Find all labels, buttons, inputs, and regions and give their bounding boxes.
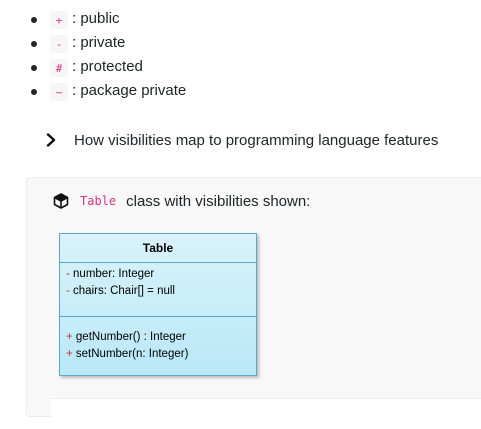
uml-attribute: - number: Integer [66,266,250,283]
visibility-symbol: ~ [50,83,68,101]
uml-operations-compartment: + getNumber() : Integer + setNumber(n: I… [60,317,256,363]
example-panel: Table class with visibilities shown: Tab… [26,177,481,429]
visibility-label: : protected [72,58,143,75]
visibility-label: : private [72,34,126,51]
uml-class-diagram: Table - number: Integer - chairs: Chair[… [59,233,257,376]
uml-class-title: Table [60,234,256,263]
class-name-code: Table [80,194,117,208]
panel-description: class with visibilities shown: [126,192,311,210]
bullet-icon [31,65,37,71]
uml-operation: + getNumber() : Integer [66,329,250,346]
chevron-right-icon [46,133,56,147]
visibility-label: : public [72,10,120,27]
attribute-text: chairs: Chair[] = null [69,285,175,297]
visibility-symbol: # [50,59,68,77]
uml-attribute: - chairs: Chair[] = null [66,283,250,300]
attribute-text: number: Integer [69,268,155,280]
operation-text: getNumber() : Integer [72,331,186,343]
bullet-icon [31,17,37,23]
uml-attributes-compartment: - number: Integer - chairs: Chair[] = nu… [60,263,256,317]
visibility-symbol: + [66,348,73,360]
cube-icon [53,193,69,209]
visibility-symbol: + [66,331,73,343]
operation-text: setNumber(n: Integer) [72,348,189,360]
details-summary-text: How visibilities map to programming lang… [74,131,439,149]
panel-header: Table class with visibilities shown: [52,192,310,210]
uml-operation: + setNumber(n: Integer) [66,346,250,363]
bullet-icon [31,41,37,47]
visibility-symbol: + [50,11,68,29]
visibility-symbol: - [50,35,68,53]
bullet-icon [31,89,37,95]
visibility-label: : package private [72,82,187,99]
details-summary-toggle[interactable]: How visibilities map to programming lang… [44,128,438,152]
panel-bottom-strip [51,398,481,429]
